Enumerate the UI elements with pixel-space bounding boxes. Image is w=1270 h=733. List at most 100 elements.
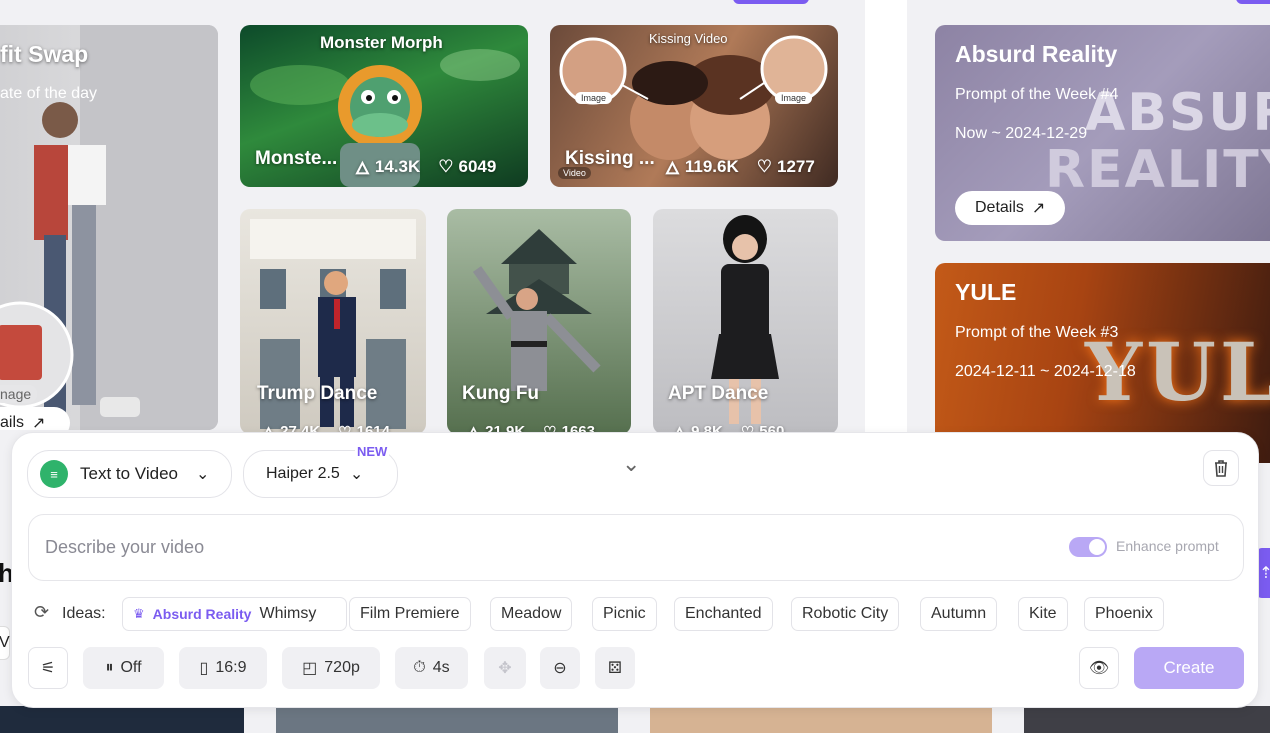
resolution-selector[interactable]: ◰ 720p xyxy=(282,647,380,689)
top-accent-button[interactable] xyxy=(733,0,809,4)
promo-yule-subtitle: Prompt of the Week #3 xyxy=(955,324,1119,341)
idea-phoenix[interactable]: Phoenix xyxy=(1084,597,1164,631)
idea-absurd-reality[interactable]: ♛ Absurd Reality Whimsy xyxy=(122,597,347,631)
absurd-bg-word-2: REALITY xyxy=(1045,140,1270,200)
promo-yule-dates: 2024-12-11 ~ 2024-12-18 xyxy=(955,363,1136,380)
seed-button[interactable]: ⚄ xyxy=(595,647,635,689)
chevron-down-icon: ⌄ xyxy=(349,466,364,483)
idea-meadow[interactable]: Meadow xyxy=(490,597,573,631)
enhance-prompt-label: Enhance prompt xyxy=(1116,538,1219,554)
monster-likes[interactable]: ♡ 6049 xyxy=(438,157,496,177)
card-kissing-video[interactable]: Kissing Video Image Image Kissing ... Vi… xyxy=(550,25,838,187)
promo-absurd-dates: Now ~ 2024-12-29 xyxy=(955,125,1088,142)
duration-value: 4s xyxy=(432,659,450,676)
idea-enchanted[interactable]: Enchanted xyxy=(674,597,773,631)
model-label: Haiper 2.5 xyxy=(266,465,340,482)
loop-value: Off xyxy=(120,659,142,676)
kissing-likes-count: 1277 xyxy=(777,156,815,176)
card-outfit-swap[interactable]: fit Swap ate of the day nage ails ↗ xyxy=(0,25,218,430)
heart-icon: ♡ xyxy=(438,156,454,176)
prompt-placeholder: Describe your video xyxy=(45,537,205,557)
prompt-input[interactable]: Describe your video Enhance prompt xyxy=(28,514,1244,581)
idea-kite[interactable]: Kite xyxy=(1018,597,1068,631)
promo-absurd-details-button[interactable]: Details ↗ xyxy=(955,191,1066,225)
monster-card-stats: 🜂 14.3K ♡ 6049 xyxy=(355,149,496,184)
outfit-image-pill: nage xyxy=(0,385,38,403)
promo-absurd-subtitle: Prompt of the Week #4 xyxy=(955,86,1119,103)
idea-film-premiere[interactable]: Film Premiere xyxy=(349,597,471,631)
kissing-card-stats: 🜂 119.6K ♡ 1277 xyxy=(665,149,815,184)
trophy-icon: ♛ xyxy=(133,606,145,621)
minus-circle-icon: ⊖ xyxy=(553,660,567,677)
monster-views-count: 14.3K xyxy=(374,156,421,176)
card-trump-dance[interactable]: Trump Dance 🜂 27.4K ♡ 1614 xyxy=(240,209,426,434)
visibility-button[interactable]: 👁 xyxy=(1079,647,1119,689)
card-apt-dance[interactable]: APT Dance 🜂 9.8K ♡ 560 xyxy=(653,209,838,434)
outfit-card-title: fit Swap xyxy=(0,41,89,67)
refresh-ideas-icon[interactable]: ⟳ xyxy=(34,602,49,623)
flame-icon: 🜂 xyxy=(355,159,370,178)
eye-icon: 👁 xyxy=(1088,660,1110,677)
monster-views: 🜂 14.3K xyxy=(355,149,420,184)
camera-motion-button[interactable]: ✥ xyxy=(484,647,526,689)
details-label: Details xyxy=(975,199,1024,216)
text-to-video-icon: ≡ xyxy=(40,460,68,488)
aspect-ratio-value: 16:9 xyxy=(215,659,247,676)
kissing-overlay-label: Kissing Video xyxy=(649,31,728,46)
clear-button[interactable] xyxy=(1203,450,1239,486)
kissing-views-count: 119.6K xyxy=(684,156,739,176)
upload-icon: ⇡ xyxy=(1259,565,1270,582)
chevron-down-icon: ⌄ xyxy=(195,466,210,483)
mode-label: Text to Video xyxy=(80,464,178,483)
aspect-ratio-icon: ▯ xyxy=(199,660,209,677)
idea-absurd-label: Absurd Reality xyxy=(152,606,252,622)
thumb-strip-4[interactable] xyxy=(1024,706,1270,733)
apt-card-title: APT Dance xyxy=(668,383,769,404)
kissing-video-tag: Video xyxy=(558,167,591,179)
promo-absurd-reality[interactable]: ABSURD REALITY Absurd Reality Prompt of … xyxy=(935,25,1270,241)
negative-prompt-button[interactable]: ⊖ xyxy=(540,647,580,689)
idea-autumn[interactable]: Autumn xyxy=(920,597,998,631)
monster-likes-count: 6049 xyxy=(458,156,497,176)
model-new-badge: NEW xyxy=(355,444,390,459)
motion-icon: ✥ xyxy=(498,660,512,677)
monster-overlay-label: Monster Morph xyxy=(320,33,443,52)
create-button[interactable]: Create xyxy=(1134,647,1244,689)
left-input-fragment[interactable]: V xyxy=(0,626,10,660)
duration-selector[interactable]: ⏱ 4s xyxy=(395,647,468,689)
idea-picnic[interactable]: Picnic xyxy=(592,597,657,631)
settings-button[interactable]: ⚟ xyxy=(28,647,68,689)
arrow-up-right-icon: ↗ xyxy=(32,415,46,430)
collapse-chevron-icon[interactable]: ⌄ xyxy=(622,451,640,477)
outfit-card-subtitle: ate of the day xyxy=(0,85,97,102)
aspect-ratio-selector[interactable]: ▯ 16:9 xyxy=(179,647,267,689)
flame-icon: 🜂 xyxy=(665,159,680,178)
mode-selector[interactable]: ≡ Text to Video ⌄ xyxy=(27,450,232,498)
promo-yule-title: YULE xyxy=(955,279,1017,305)
dice-icon: ⚄ xyxy=(608,660,622,677)
idea-whimsy-label[interactable]: Whimsy xyxy=(259,605,316,623)
sliders-icon: ⚟ xyxy=(40,660,56,677)
card-kung-fu[interactable]: Kung Fu 🜂 21.9K ♡ 1663 xyxy=(447,209,631,434)
thumb-strip-1[interactable] xyxy=(0,706,244,733)
kissing-image-pill-left: Image xyxy=(575,92,613,104)
thumb-strip-3[interactable] xyxy=(650,706,992,733)
page: fit Swap ate of the day nage ails ↗ Mons… xyxy=(0,0,1270,733)
card-monster-morph[interactable]: Monster Morph Monste... 🜂 14.3K ♡ 6049 xyxy=(240,25,528,187)
trump-card-title: Trump Dance xyxy=(257,383,378,404)
promo-absurd-title: Absurd Reality xyxy=(955,41,1118,67)
timer-icon: ⏱ xyxy=(413,659,426,676)
outfit-details-button[interactable]: ails ↗ xyxy=(0,407,70,430)
kissing-likes[interactable]: ♡ 1277 xyxy=(757,157,815,177)
loop-toggle[interactable]: ⏸ Off xyxy=(83,647,164,689)
monster-card-title: Monste... xyxy=(255,148,338,169)
arrow-up-right-icon: ↗ xyxy=(1031,200,1046,217)
kissing-views: 🜂 119.6K xyxy=(665,149,739,184)
heart-icon: ♡ xyxy=(756,156,772,176)
enhance-prompt-toggle[interactable] xyxy=(1069,537,1107,557)
resolution-icon: ◰ xyxy=(302,660,318,677)
idea-robotic-city[interactable]: Robotic City xyxy=(791,597,900,631)
thumb-strip-2[interactable] xyxy=(276,706,618,733)
generation-panel: ≡ Text to Video ⌄ Haiper 2.5 ⌄ NEW ⌄ Des… xyxy=(11,432,1259,708)
top-accent-button-right[interactable] xyxy=(1236,0,1270,4)
